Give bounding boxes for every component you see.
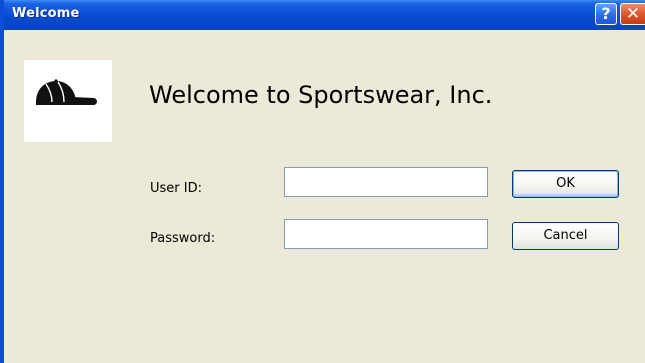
password-field[interactable] [284, 219, 488, 249]
baseball-cap-icon [36, 79, 97, 105]
window-title: Welcome [12, 6, 80, 21]
help-icon: ? [601, 4, 611, 23]
close-button[interactable]: ✕ [620, 3, 645, 25]
logo [24, 60, 112, 142]
welcome-dialog: Welcome ? ✕ Welcome to Sportswear, Inc. … [0, 0, 645, 363]
help-button[interactable]: ? [595, 3, 617, 25]
title-bar[interactable]: Welcome ? ✕ [4, 0, 645, 30]
password-label: Password: [150, 231, 216, 246]
userid-label: User ID: [150, 181, 202, 196]
ok-button[interactable]: OK [512, 170, 619, 198]
cancel-button[interactable]: Cancel [512, 222, 619, 250]
welcome-heading: Welcome to Sportswear, Inc. [149, 81, 493, 109]
userid-field[interactable] [284, 167, 488, 197]
close-icon: ✕ [625, 4, 641, 24]
